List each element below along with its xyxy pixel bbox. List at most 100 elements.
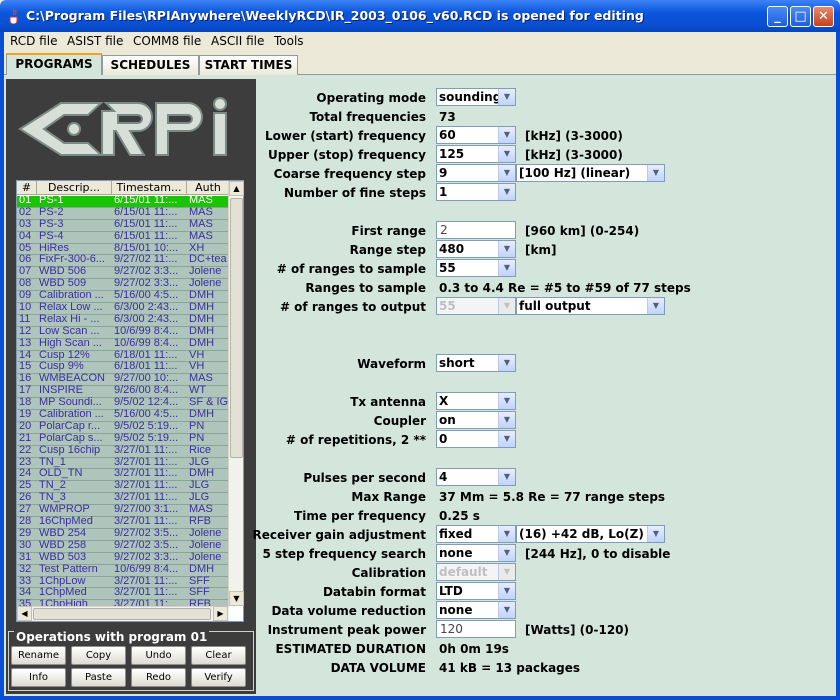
- data-reduction-value: none: [439, 603, 473, 617]
- hscroll-thumb[interactable]: [33, 608, 211, 620]
- ranges-output-value: 55: [439, 299, 456, 313]
- lower-frequency-label: Lower (start) frequency: [264, 129, 426, 143]
- coarse-step-mode-select[interactable]: [100 Hz] (linear) ▼: [516, 164, 665, 182]
- scroll-left-icon[interactable]: ◀: [17, 606, 32, 621]
- upper-frequency-select[interactable]: 125 ▼: [436, 145, 516, 163]
- tab-start-times[interactable]: START TIMES: [199, 55, 298, 75]
- menu-comm8-file[interactable]: COMM8 file: [133, 34, 201, 48]
- program-table[interactable]: # Descrip... Timestam... Auth 01 PS-1 6/15…: [16, 180, 244, 622]
- tx-antenna-value: X: [439, 394, 449, 408]
- clear-button[interactable]: Clear: [191, 646, 246, 665]
- chevron-down-icon[interactable]: ▼: [498, 526, 515, 542]
- databin-select[interactable]: LTD ▼: [436, 582, 516, 600]
- output-mode-select[interactable]: full output ▼: [516, 297, 665, 315]
- menu-asist-file[interactable]: ASIST file: [67, 34, 123, 48]
- range-step-label: Range step: [349, 243, 426, 257]
- col-description[interactable]: Descrip...: [37, 181, 112, 195]
- operating-mode-select[interactable]: sounding ▼: [436, 88, 516, 106]
- tab-schedules[interactable]: SCHEDULES: [102, 55, 199, 75]
- repetitions-value: 0: [439, 432, 448, 446]
- peak-power-input[interactable]: 120: [436, 620, 516, 638]
- data-reduction-select[interactable]: none ▼: [436, 601, 516, 619]
- menu-ascii-file[interactable]: ASCII file: [211, 34, 264, 48]
- frequency-search-select[interactable]: none ▼: [436, 544, 516, 562]
- col-timestamp[interactable]: Timestam...: [112, 181, 187, 195]
- gain-level-select[interactable]: (16) +42 dB, Lo(Z) ▼: [516, 525, 665, 543]
- coupler-select[interactable]: on ▼: [436, 411, 516, 429]
- chevron-down-icon[interactable]: ▼: [498, 545, 515, 561]
- maximize-button[interactable]: □: [790, 6, 811, 27]
- ranges-sample-count-select[interactable]: 55 ▼: [436, 259, 516, 277]
- menu-tools[interactable]: Tools: [274, 34, 304, 48]
- first-range-input[interactable]: 2: [436, 221, 516, 239]
- copy-button[interactable]: Copy: [71, 646, 126, 665]
- table-body: 01 PS-1 6/15/01 11:... MAS 02 PS-2 6/15/01 11:…: [17, 196, 229, 606]
- vertical-scrollbar[interactable]: ▲ ▼: [228, 181, 244, 606]
- row-author: RFB: [189, 598, 211, 606]
- coarse-step-value: 9: [439, 166, 448, 180]
- calibration-label: Calibration: [351, 566, 426, 580]
- chevron-down-icon[interactable]: ▼: [647, 298, 664, 314]
- window-frame-bottom: [0, 696, 840, 700]
- peak-power-unit: [Watts] (0-120): [525, 623, 630, 637]
- chevron-down-icon[interactable]: ▼: [498, 412, 515, 428]
- menu-rcd-file[interactable]: RCD file: [10, 34, 57, 48]
- scroll-right-icon[interactable]: ▶: [213, 606, 228, 621]
- chevron-down-icon[interactable]: ▼: [498, 89, 515, 105]
- undo-button[interactable]: Undo: [131, 646, 186, 665]
- redo-button[interactable]: Redo: [131, 668, 186, 687]
- chevron-down-icon[interactable]: ▼: [647, 526, 664, 542]
- waveform-value: short: [439, 356, 475, 370]
- tx-antenna-select[interactable]: X ▼: [436, 392, 516, 410]
- chevron-down-icon[interactable]: ▼: [498, 602, 515, 618]
- chevron-down-icon[interactable]: ▼: [498, 184, 515, 200]
- chevron-down-icon[interactable]: ▼: [498, 127, 515, 143]
- repetitions-select[interactable]: 0 ▼: [436, 430, 516, 448]
- menu-bar: RCD file ASIST file COMM8 file ASCII fil…: [4, 32, 836, 52]
- chevron-down-icon[interactable]: ▼: [498, 165, 515, 181]
- fine-steps-label: Number of fine steps: [283, 186, 426, 200]
- scroll-up-icon[interactable]: ▲: [229, 181, 244, 196]
- chevron-down-icon[interactable]: ▼: [498, 469, 515, 485]
- rename-button[interactable]: Rename: [11, 646, 66, 665]
- chevron-down-icon[interactable]: ▼: [498, 583, 515, 599]
- row-number: 35: [19, 598, 32, 606]
- range-step-select[interactable]: 480 ▼: [436, 240, 516, 258]
- tab-programs[interactable]: PROGRAMS: [6, 53, 102, 75]
- chevron-down-icon[interactable]: ▼: [647, 165, 664, 181]
- horizontal-scrollbar[interactable]: ◀ ▶: [17, 606, 229, 621]
- pulses-select[interactable]: 4 ▼: [436, 468, 516, 486]
- max-range-label: Max Range: [351, 490, 426, 504]
- peak-power-label: Instrument peak power: [267, 623, 426, 637]
- verify-button[interactable]: Verify: [191, 668, 246, 687]
- chevron-down-icon: ▼: [498, 564, 515, 580]
- table-header: # Descrip... Timestam... Auth: [17, 181, 229, 195]
- chevron-down-icon[interactable]: ▼: [498, 355, 515, 371]
- info-button[interactable]: Info: [11, 668, 66, 687]
- max-range-value: 37 Mm = 5.8 Re = 77 range steps: [439, 490, 666, 504]
- ranges-sample-count-label: # of ranges to sample: [276, 262, 426, 276]
- close-button[interactable]: ✕: [813, 6, 834, 27]
- chevron-down-icon[interactable]: ▼: [498, 431, 515, 447]
- scroll-down-icon[interactable]: ▼: [229, 591, 244, 606]
- waveform-label: Waveform: [357, 357, 426, 371]
- gain-select[interactable]: fixed ▼: [436, 525, 516, 543]
- paste-button[interactable]: Paste: [71, 668, 126, 687]
- fine-steps-select[interactable]: 1 ▼: [436, 183, 516, 201]
- lower-frequency-select[interactable]: 60 ▼: [436, 126, 516, 144]
- minimize-button[interactable]: _: [767, 6, 788, 27]
- chevron-down-icon: ▼: [498, 298, 515, 314]
- coarse-step-select[interactable]: 9 ▼: [436, 164, 516, 182]
- chevron-down-icon[interactable]: ▼: [498, 146, 515, 162]
- chevron-down-icon[interactable]: ▼: [498, 241, 515, 257]
- ranges-to-sample-label: Ranges to sample: [305, 281, 426, 295]
- scroll-thumb[interactable]: [230, 198, 243, 458]
- chevron-down-icon[interactable]: ▼: [498, 260, 515, 276]
- coarse-step-mode-value: [100 Hz] (linear): [519, 166, 631, 180]
- chevron-down-icon[interactable]: ▼: [498, 393, 515, 409]
- estimated-duration-value: 0h 0m 19s: [439, 642, 509, 656]
- waveform-select[interactable]: short ▼: [436, 354, 516, 372]
- col-author[interactable]: Auth: [187, 181, 229, 195]
- col-number[interactable]: #: [17, 181, 37, 195]
- frequency-search-label: 5 step frequency search: [262, 547, 426, 561]
